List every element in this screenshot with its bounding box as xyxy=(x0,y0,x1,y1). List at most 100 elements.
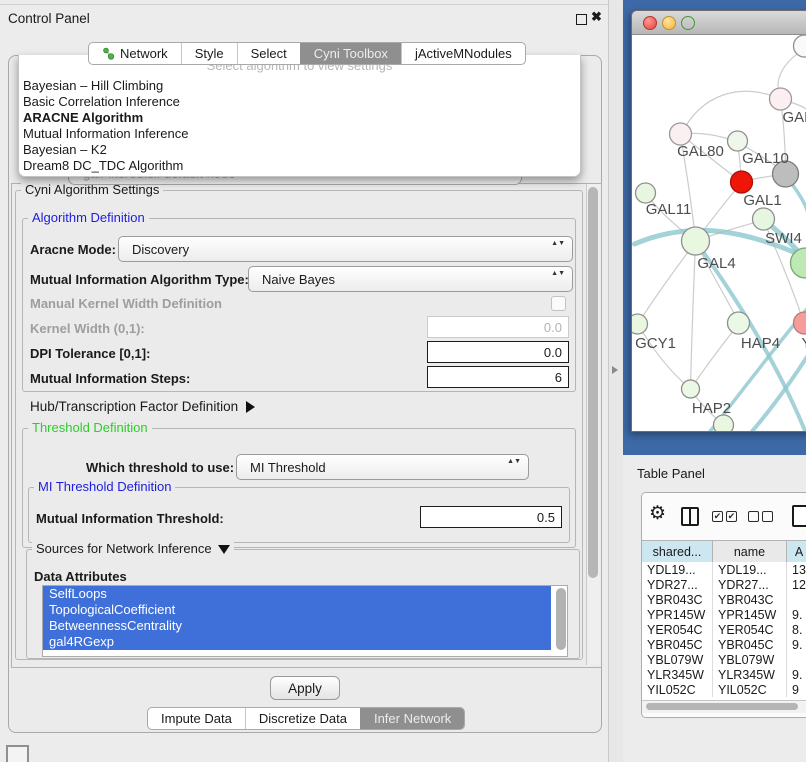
table-row[interactable]: YBL079WYBL079W xyxy=(642,652,806,667)
tab-label: Cyni Toolbox xyxy=(314,46,388,61)
attribute-item-betweennesscentrality[interactable]: BetweennessCentrality xyxy=(43,618,551,634)
splitter-arrow-icon[interactable] xyxy=(612,366,618,374)
network-node-hap4[interactable] xyxy=(728,312,750,334)
checked-checkbox-icon[interactable]: ✔ xyxy=(726,511,737,522)
table-cell: YBR043C xyxy=(642,592,713,607)
algorithm-option-dream8-dc-tdc-algorithm[interactable]: Dream8 DC_TDC Algorithm xyxy=(23,158,576,174)
mi-algorithm-type-value: Naive Bayes xyxy=(262,272,335,287)
algorithm-option-aracne-algorithm[interactable]: ARACNE Algorithm xyxy=(23,110,576,126)
which-threshold-select[interactable]: MI Threshold ▲▼ xyxy=(236,454,529,480)
top-divider xyxy=(0,4,608,5)
table-cell: YDR27... xyxy=(642,577,713,592)
network-node-y[interactable] xyxy=(794,312,806,334)
mi-steps-field[interactable]: 6 xyxy=(427,366,569,388)
tab-jactivemnodules[interactable]: jActiveMNodules xyxy=(401,43,525,64)
stepper-arrows-icon: ▲▼ xyxy=(507,458,521,466)
node-label-gcy1: GCY1 xyxy=(635,335,676,352)
unchecked-checkbox-icon[interactable] xyxy=(748,511,759,522)
network-node-gal4[interactable] xyxy=(682,227,710,255)
table-rows: YDL19...YDL19...13YDR27...YDR27...12YBR0… xyxy=(642,562,806,700)
data-attributes-items: SelfLoopsTopologicalCoefficientBetweenne… xyxy=(43,586,567,650)
network-node[interactable] xyxy=(794,35,806,57)
node-label-gal: GAL xyxy=(782,109,806,126)
column-header-name[interactable]: name xyxy=(713,541,787,562)
table-row[interactable]: YER054CYER054C8. xyxy=(642,622,806,637)
tab-network[interactable]: Network xyxy=(89,43,181,64)
tab-impute-data[interactable]: Impute Data xyxy=(148,708,245,729)
column-header-cut[interactable]: A xyxy=(787,541,806,562)
manual-kernel-width-checkbox[interactable] xyxy=(551,296,566,311)
network-node-swi4[interactable] xyxy=(753,208,775,230)
table-cell: YBL079W xyxy=(642,652,713,667)
network-node-gal11[interactable] xyxy=(636,183,656,203)
table-row[interactable]: YDR27...YDR27...12 xyxy=(642,577,806,592)
algorithm-dropdown: Select algorithm to view settings Bayesi… xyxy=(18,55,581,177)
tab-style[interactable]: Style xyxy=(181,43,237,64)
algorithm-option-bayesian-k2[interactable]: Bayesian – K2 xyxy=(23,142,576,158)
network-node-gal10[interactable] xyxy=(728,131,748,151)
algorithm-option-bayesian-hill-climbing[interactable]: Bayesian – Hill Climbing xyxy=(23,78,576,94)
table-row[interactable]: YIL052CYIL052C9 xyxy=(642,682,806,697)
network-node-gcy1[interactable] xyxy=(632,314,648,334)
table-cell: YBR043C xyxy=(713,592,787,607)
algorithm-option-list: Bayesian – Hill ClimbingBasic Correlatio… xyxy=(23,78,576,174)
attribute-item-selfloops[interactable]: SelfLoops xyxy=(43,586,551,602)
table-row[interactable]: YBR043CYBR043C xyxy=(642,592,806,607)
sources-group-title[interactable]: Sources for Network Inference xyxy=(32,541,234,556)
network-window[interactable]: GALGAL80GAL10GAL1SWI4GAL11GAL4GCY1HAP4YH… xyxy=(631,10,806,432)
column-header-shared-name[interactable]: shared... xyxy=(642,541,713,562)
network-node-gal80[interactable] xyxy=(670,123,692,145)
algorithm-option-mutual-information-inference[interactable]: Mutual Information Inference xyxy=(23,126,576,142)
hub-section-toggle[interactable]: Hub/Transcription Factor Definition xyxy=(30,399,255,414)
tab-select[interactable]: Select xyxy=(237,43,300,64)
table-hscrollbar-thumb[interactable] xyxy=(646,703,798,710)
attribute-item-topologicalcoefficient[interactable]: TopologicalCoefficient xyxy=(43,602,551,618)
cyni-mode-tab-bar: Impute Data Discretize DataInfer Network xyxy=(147,707,465,730)
algorithm-option-basic-correlation-inference[interactable]: Basic Correlation Inference xyxy=(23,94,576,110)
which-threshold-value: MI Threshold xyxy=(250,460,326,475)
attributes-scrollbar-thumb[interactable] xyxy=(556,588,566,650)
network-node[interactable] xyxy=(714,415,734,431)
which-threshold-label: Which threshold to use: xyxy=(86,460,234,475)
table-row[interactable]: YDL19...YDL19...13 xyxy=(642,562,806,577)
file-icon[interactable] xyxy=(792,505,806,527)
unchecked-checkbox-icon[interactable] xyxy=(762,511,773,522)
aracne-mode-select[interactable]: Discovery ▲▼ xyxy=(118,236,573,262)
network-node-hap2[interactable] xyxy=(682,380,700,398)
stepper-arrows-icon: ▲▼ xyxy=(551,270,565,278)
network-window-titlebar[interactable] xyxy=(632,11,806,35)
float-panel-icon[interactable] xyxy=(576,14,587,25)
network-node-gal[interactable] xyxy=(770,88,792,110)
network-graph[interactable]: GALGAL80GAL10GAL1SWI4GAL11GAL4GCY1HAP4YH… xyxy=(632,34,806,431)
table-cell: 8. xyxy=(787,622,806,637)
tab-label: Impute Data xyxy=(161,711,232,726)
settings-scrollbar-thumb[interactable] xyxy=(588,187,598,578)
zoom-window-icon[interactable] xyxy=(681,16,695,30)
settings-scrollbar[interactable] xyxy=(586,184,600,665)
table-row[interactable]: YPR145WYPR145W9. xyxy=(642,607,806,622)
tab-cyni-toolbox[interactable]: Cyni Toolbox xyxy=(300,43,401,64)
table-row[interactable]: YBR045CYBR045C9. xyxy=(642,637,806,652)
chevron-down-icon xyxy=(218,545,230,554)
tab-infer-network[interactable]: Infer Network xyxy=(360,708,464,729)
table-row[interactable]: YLR345WYLR345W9. xyxy=(642,667,806,682)
apply-button[interactable]: Apply xyxy=(270,676,340,700)
tab-discretize-data[interactable]: Discretize Data xyxy=(245,708,360,729)
data-attributes-label: Data Attributes xyxy=(34,569,127,584)
hub-section-label: Hub/Transcription Factor Definition xyxy=(30,399,238,414)
columns-icon[interactable] xyxy=(681,507,699,526)
collapsed-panel-icon[interactable] xyxy=(6,745,29,762)
node-label-hap2: HAP2 xyxy=(692,400,731,417)
close-window-icon[interactable] xyxy=(643,16,657,30)
network-node-gal1[interactable] xyxy=(731,171,753,193)
table-hscrollbar[interactable] xyxy=(642,700,806,713)
kernel-width-field[interactable]: 0.0 xyxy=(427,316,569,338)
checked-checkbox-icon[interactable]: ✔ xyxy=(712,511,723,522)
mi-algorithm-type-select[interactable]: Naive Bayes ▲▼ xyxy=(248,266,573,292)
mi-threshold-field[interactable]: 0.5 xyxy=(420,506,562,528)
minimize-window-icon[interactable] xyxy=(662,16,676,30)
close-panel-icon[interactable]: ✖ xyxy=(591,9,602,25)
attribute-item-gal4rgexp[interactable]: gal4RGexp xyxy=(43,634,551,650)
dpi-tolerance-field[interactable]: 0.0 xyxy=(427,341,569,363)
gear-icon[interactable]: ⚙ xyxy=(649,502,666,525)
